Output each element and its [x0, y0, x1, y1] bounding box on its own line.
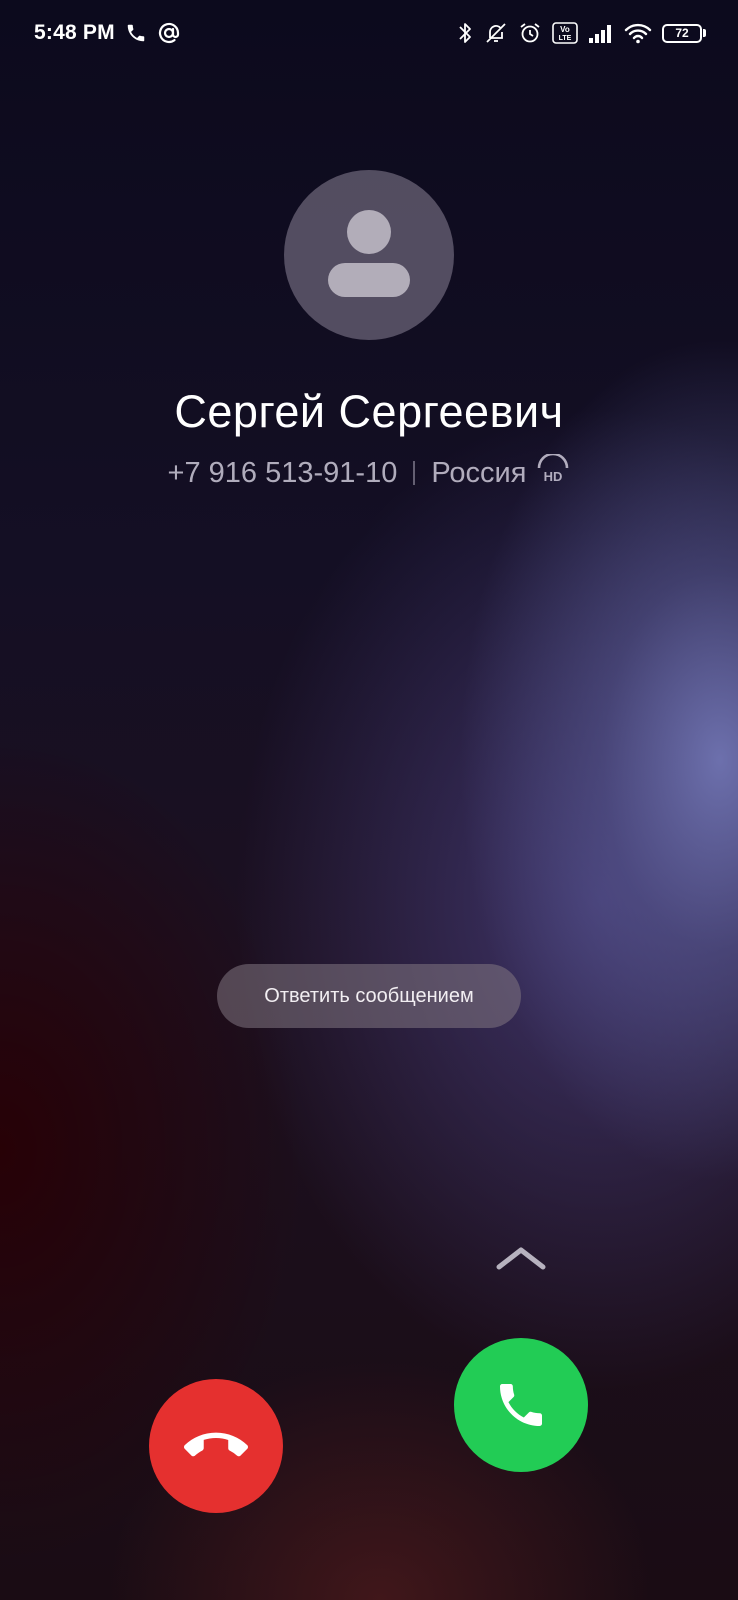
- at-sign-icon: [157, 21, 181, 45]
- hang-up-icon: [184, 1432, 248, 1457]
- svg-text:Vo: Vo: [560, 25, 570, 34]
- alarm-icon: [518, 21, 542, 45]
- person-icon: [328, 210, 410, 297]
- bell-muted-icon: [484, 21, 508, 45]
- caller-name: Сергей Сергеевич: [174, 386, 564, 437]
- caller-details: +7 916 513-91-10 Россия HD: [0, 452, 738, 492]
- hd-voice-icon: HD: [536, 452, 570, 492]
- bluetooth-icon: [456, 21, 474, 45]
- avatar: [284, 170, 454, 340]
- divider: [413, 461, 416, 485]
- phone-icon: [500, 1384, 542, 1426]
- answer-call-button[interactable]: [454, 1338, 588, 1472]
- reply-with-message-button[interactable]: Ответить сообщением: [217, 964, 521, 1028]
- signal-icon: [588, 22, 614, 44]
- caller-region: Россия: [431, 456, 527, 489]
- phone-icon: [125, 22, 147, 44]
- status-bar: 5:48 PM Vo LTE 72: [0, 0, 738, 66]
- status-time: 5:48 PM: [34, 21, 115, 44]
- caller-number: +7 916 513-91-10: [167, 456, 398, 489]
- decline-call-button[interactable]: [149, 1379, 283, 1513]
- hd-label: HD: [544, 469, 563, 484]
- battery-level: 72: [675, 26, 689, 40]
- wifi-icon: [624, 22, 652, 44]
- svg-text:LTE: LTE: [559, 35, 572, 42]
- chevron-up-icon: [495, 1245, 547, 1276]
- battery-icon: 72: [662, 23, 706, 43]
- volte-icon: Vo LTE: [552, 21, 578, 45]
